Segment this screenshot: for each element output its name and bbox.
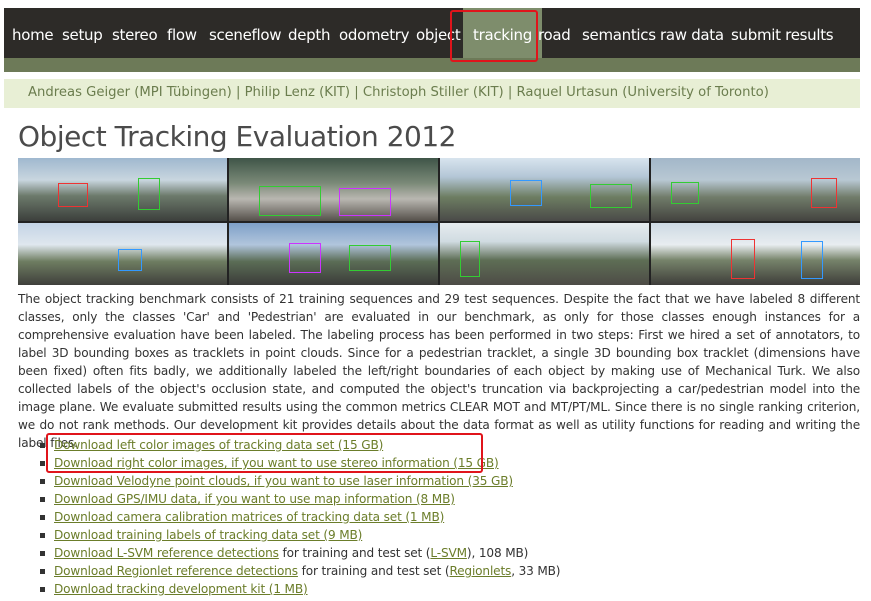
authors-bar: Andreas Geiger (MPI Tübingen) | Philip L… xyxy=(4,79,860,108)
tracking-image-banner xyxy=(18,158,860,285)
list-item: Download Regionlet reference detections … xyxy=(18,562,561,580)
banner-image-7 xyxy=(440,222,649,285)
download-lsvm-link[interactable]: Download L-SVM reference detections xyxy=(54,546,279,560)
download-regionlet-link[interactable]: Download Regionlet reference detections xyxy=(54,564,298,578)
nav-flow[interactable]: flow xyxy=(167,8,197,58)
nav-underline-strip xyxy=(4,58,860,72)
bullet-icon xyxy=(40,587,45,592)
nav-depth[interactable]: depth xyxy=(288,8,330,58)
lsvm-reference-link[interactable]: L-SVM xyxy=(430,546,467,560)
regionlet-text-1: for training and test set ( xyxy=(297,564,450,578)
nav-stereo[interactable]: stereo xyxy=(112,8,158,58)
list-item: Download camera calibration matrices of … xyxy=(18,508,560,526)
list-item: Download training labels of tracking dat… xyxy=(18,526,560,544)
top-nav: home setup stereo flow sceneflow depth o… xyxy=(4,8,860,58)
banner-image-4 xyxy=(651,158,860,221)
bullet-icon xyxy=(40,461,45,466)
bullet-icon xyxy=(40,515,45,520)
benchmark-description: The object tracking benchmark consists o… xyxy=(18,292,860,450)
bullet-icon xyxy=(40,533,45,538)
lsvm-text-2: ), 108 MB) xyxy=(466,546,529,560)
nav-semantics[interactable]: semantics xyxy=(582,8,656,58)
nav-sceneflow[interactable]: sceneflow xyxy=(209,8,282,58)
page-title: Object Tracking Evaluation 2012 xyxy=(18,120,456,153)
bullet-icon xyxy=(40,497,45,502)
nav-odometry[interactable]: odometry xyxy=(339,8,410,58)
downloads-highlight-box xyxy=(46,433,483,473)
list-item: Download GPS/IMU data, if you want to us… xyxy=(18,490,560,508)
regionlet-reference-link[interactable]: Regionlets xyxy=(449,564,511,578)
bullet-icon xyxy=(40,551,45,556)
download-labels-link[interactable]: Download training labels of tracking dat… xyxy=(54,528,362,542)
lsvm-text-1: for training and test set ( xyxy=(278,546,431,560)
tracking-highlight-box xyxy=(450,10,538,62)
bullet-icon xyxy=(40,443,45,448)
list-item: Download tracking development kit (1 MB) xyxy=(18,580,560,598)
download-gps-imu-link[interactable]: Download GPS/IMU data, if you want to us… xyxy=(54,492,455,506)
banner-image-2 xyxy=(229,158,438,221)
nav-raw-data[interactable]: raw data xyxy=(660,8,724,58)
nav-road[interactable]: road xyxy=(538,8,571,58)
list-item: Download Velodyne point clouds, if you w… xyxy=(18,472,560,490)
banner-image-6 xyxy=(229,222,438,285)
nav-home[interactable]: home xyxy=(12,8,54,58)
download-velodyne-link[interactable]: Download Velodyne point clouds, if you w… xyxy=(54,474,513,488)
list-item: Download L-SVM reference detections for … xyxy=(18,544,560,562)
download-devkit-link[interactable]: Download tracking development kit (1 MB) xyxy=(54,582,308,596)
banner-image-8 xyxy=(651,222,860,285)
bullet-icon xyxy=(40,479,45,484)
banner-image-5 xyxy=(18,222,227,285)
banner-image-3 xyxy=(440,158,649,221)
bullet-icon xyxy=(40,569,45,574)
nav-submit-results[interactable]: submit results xyxy=(731,8,834,58)
nav-setup[interactable]: setup xyxy=(62,8,103,58)
download-calibration-link[interactable]: Download camera calibration matrices of … xyxy=(54,510,444,524)
banner-image-1 xyxy=(18,158,227,221)
regionlet-text-2: , 33 MB) xyxy=(511,564,561,578)
